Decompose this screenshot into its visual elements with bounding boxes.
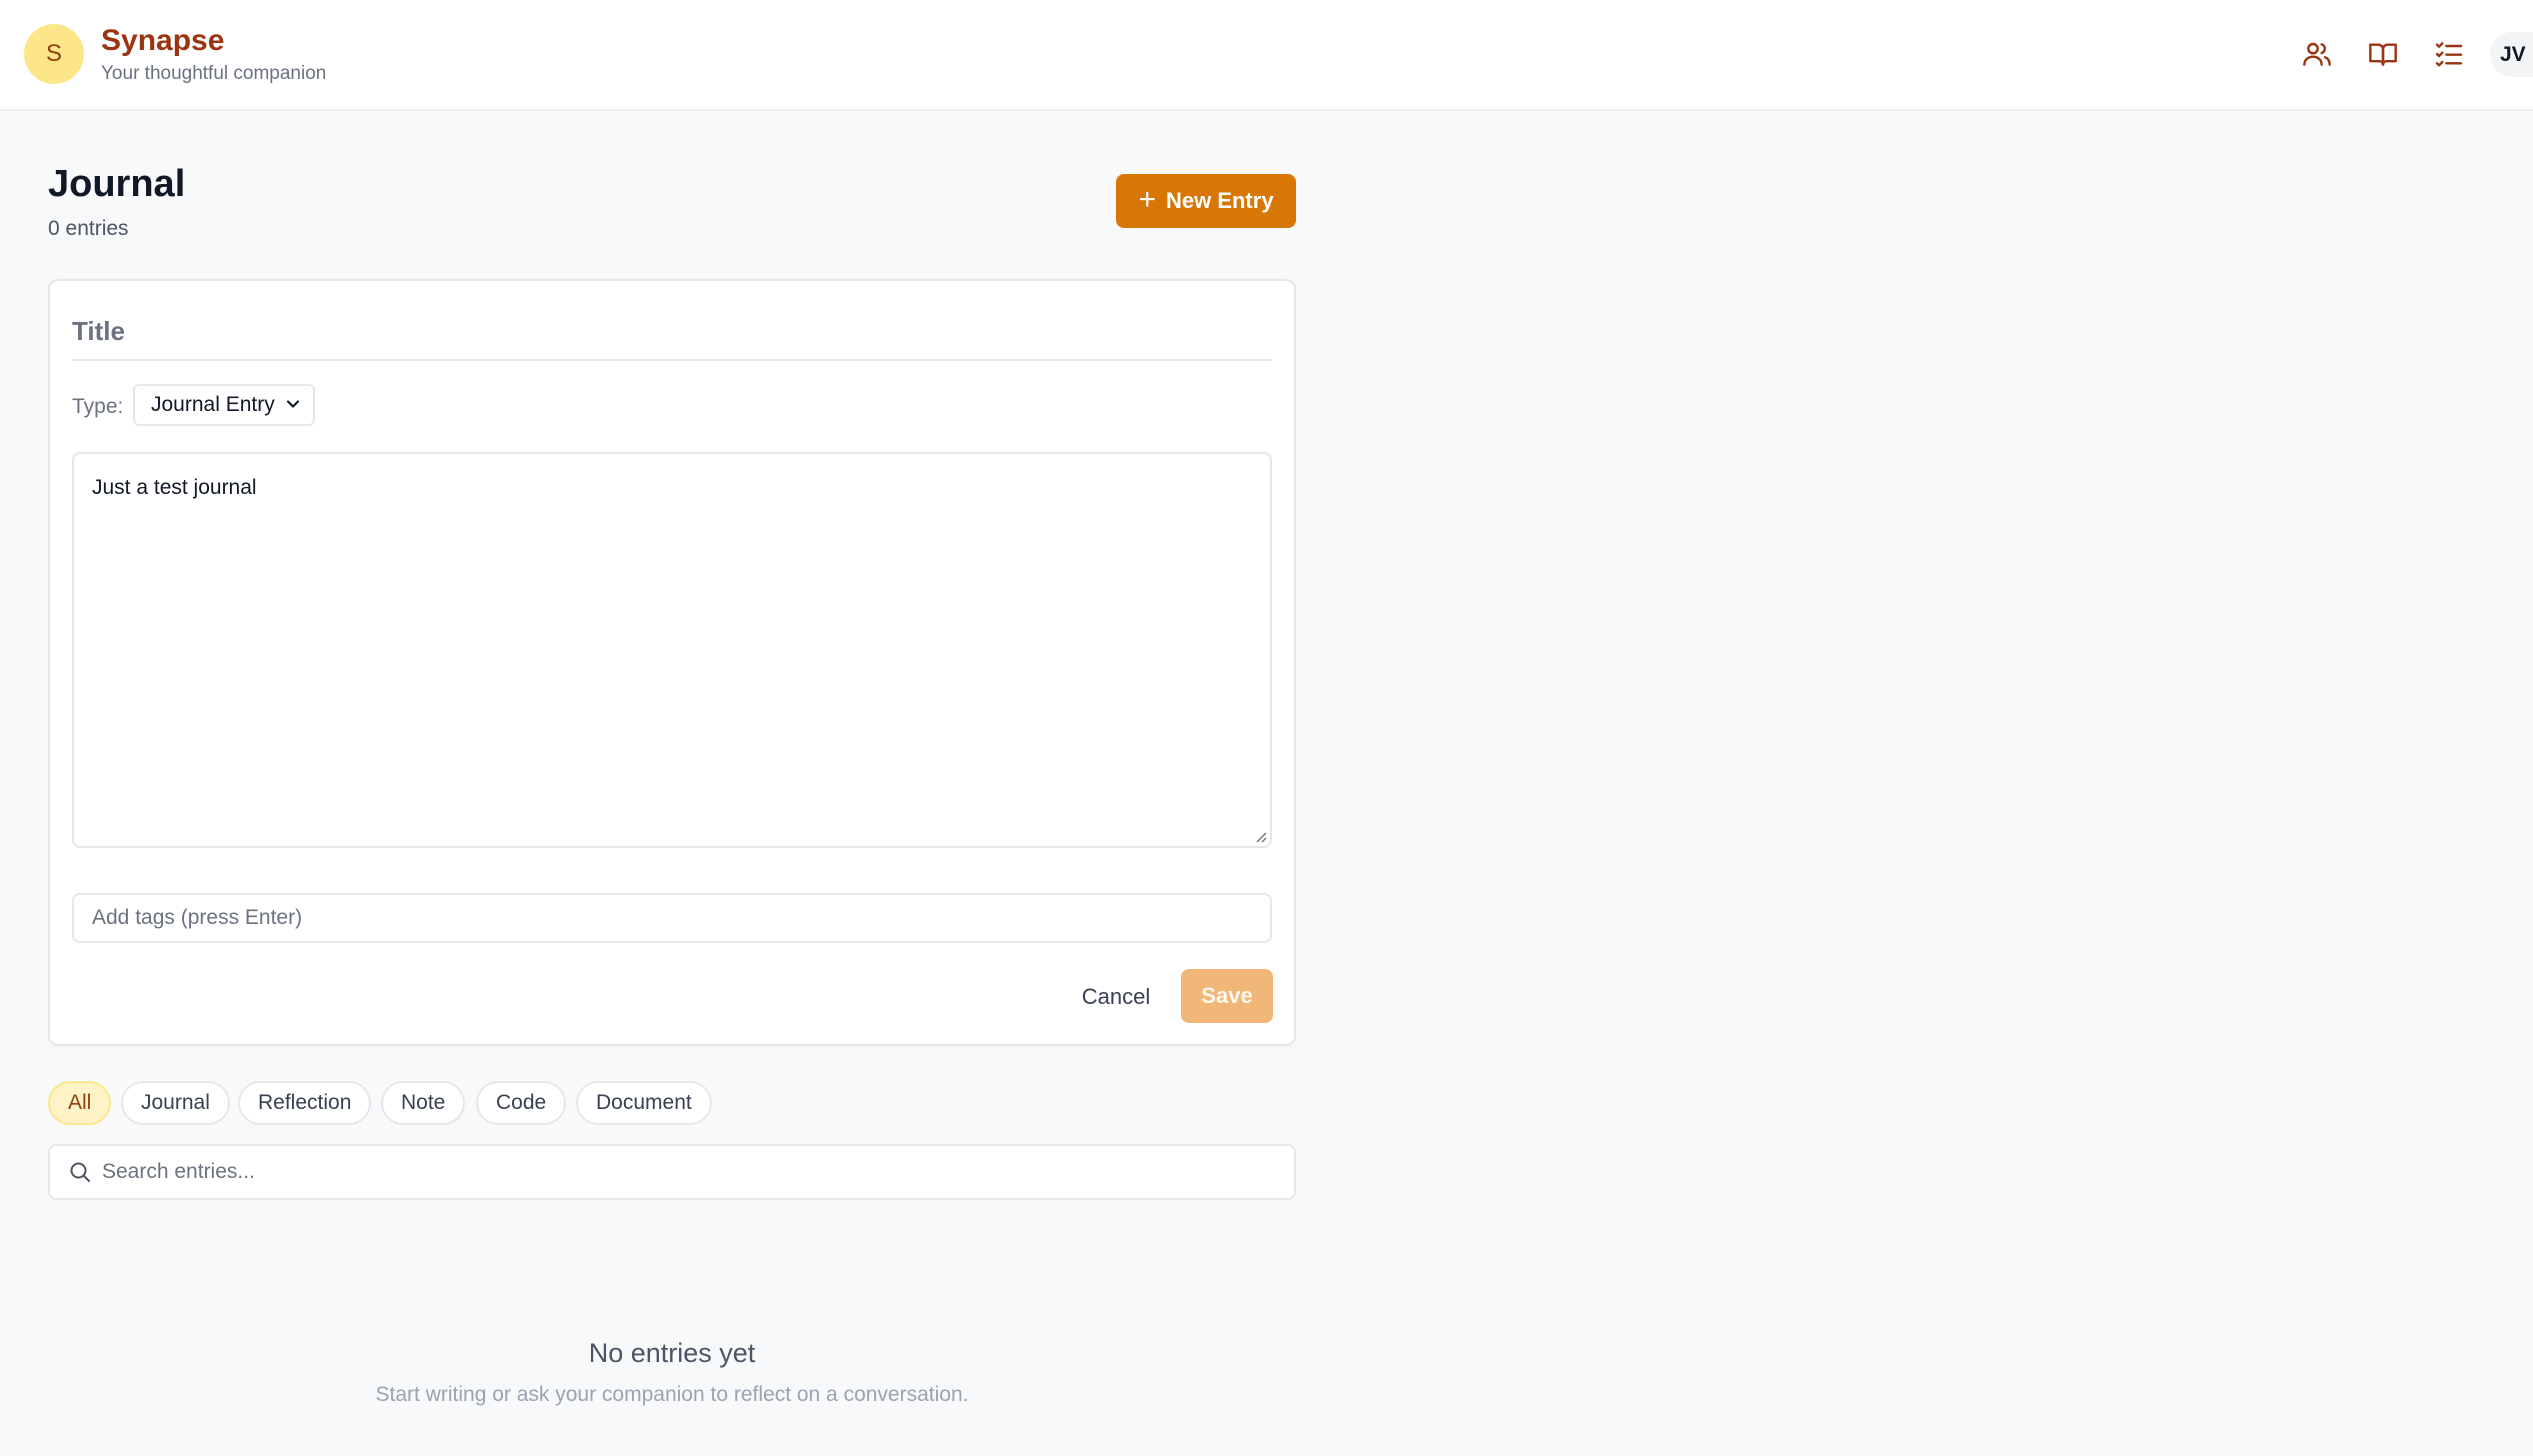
plus-icon: + <box>1138 182 1156 216</box>
empty-state-title: No entries yet <box>588 1338 756 1368</box>
people-icon[interactable] <box>2297 34 2337 74</box>
resize-grip-icon[interactable] <box>1255 831 1267 843</box>
type-select-value: Journal Entry <box>151 393 275 416</box>
search-box <box>48 1144 1296 1200</box>
body-textarea[interactable]: Just a test journal <box>72 452 1272 848</box>
search-input[interactable] <box>102 1146 1282 1198</box>
filter-chip-code[interactable]: Code <box>476 1081 567 1125</box>
entries-count: 0 entries <box>48 217 129 240</box>
entry-editor-card: Type: Journal Entry Just a test journal … <box>48 279 1296 1046</box>
logo-avatar[interactable]: S <box>24 24 84 84</box>
tags-input[interactable] <box>72 893 1272 943</box>
brand-tagline: Your thoughtful companion <box>101 63 327 84</box>
list-icon[interactable] <box>2429 34 2469 74</box>
save-button[interactable]: Save <box>1181 969 1273 1023</box>
filter-chip-reflection[interactable]: Reflection <box>238 1081 372 1125</box>
title-input[interactable] <box>72 303 1272 361</box>
user-avatar[interactable]: JV <box>2490 32 2533 77</box>
body-text: Just a test journal <box>92 476 257 499</box>
filter-chip-document[interactable]: Document <box>576 1081 712 1125</box>
search-icon <box>70 1162 90 1182</box>
type-label: Type: <box>72 395 124 418</box>
new-entry-button[interactable]: + New Entry <box>1116 174 1296 228</box>
new-entry-label: New Entry <box>1165 188 1274 213</box>
cancel-button[interactable]: Cancel <box>1066 971 1166 1023</box>
book-icon[interactable] <box>2363 34 2403 74</box>
page-title: Journal <box>48 163 186 205</box>
filter-chip-note[interactable]: Note <box>381 1081 466 1125</box>
type-select[interactable]: Journal Entry <box>133 384 315 426</box>
filter-chip-journal[interactable]: Journal <box>121 1081 230 1125</box>
brand-name: Synapse <box>101 24 225 57</box>
app-header: S Synapse Your thoughtful companion JV <box>0 0 2533 111</box>
empty-state-subtitle: Start writing or ask your companion to r… <box>375 1383 969 1406</box>
filter-chip-all[interactable]: All <box>48 1081 112 1125</box>
chevron-down-icon <box>286 400 300 408</box>
